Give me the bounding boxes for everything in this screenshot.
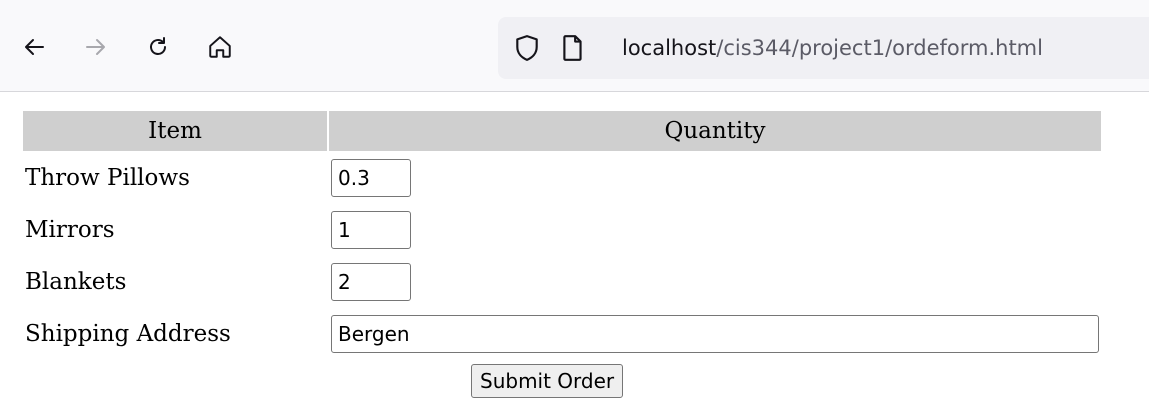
url-path: /cis344/project1/ordeform.html	[716, 36, 1043, 60]
forward-arrow-icon	[86, 39, 105, 55]
address-cell	[329, 309, 1101, 359]
shield-icon[interactable]	[514, 34, 540, 62]
home-button[interactable]	[200, 27, 240, 67]
item-label: Throw Pillows	[25, 165, 190, 191]
header-row: Item Quantity	[23, 111, 1101, 151]
reload-icon	[150, 37, 166, 55]
shipping-address-label: Shipping Address	[25, 321, 231, 347]
table-row: Shipping Address	[23, 309, 1101, 359]
back-button[interactable]	[14, 27, 54, 67]
quantity-cell	[329, 153, 1101, 203]
quantity-cell	[329, 205, 1101, 255]
item-label: Blankets	[25, 269, 127, 295]
item-label: Mirrors	[25, 217, 115, 243]
browser-toolbar: localhost/cis344/project1/ordeform.html	[0, 0, 1149, 92]
back-arrow-icon	[25, 39, 44, 55]
address-bar[interactable]: localhost/cis344/project1/ordeform.html	[498, 17, 1149, 79]
reload-button[interactable]	[138, 27, 178, 67]
shipping-address-input[interactable]	[331, 315, 1099, 353]
home-icon	[209, 36, 231, 58]
forward-button[interactable]	[76, 27, 116, 67]
submit-order-button[interactable]: Submit Order	[471, 364, 624, 398]
header-quantity: Quantity	[329, 111, 1101, 151]
blankets-quantity-input[interactable]	[331, 263, 411, 301]
page-icon[interactable]	[562, 34, 584, 62]
table-row: Mirrors	[23, 205, 1101, 255]
url-text[interactable]: localhost/cis344/project1/ordeform.html	[622, 34, 1043, 62]
submit-row: Submit Order	[471, 364, 624, 398]
mirrors-quantity-input[interactable]	[331, 211, 411, 249]
header-item: Item	[23, 111, 327, 151]
order-table: Item Quantity Throw Pillows Mirrors Blan…	[21, 109, 1103, 361]
throw-pillows-quantity-input[interactable]	[331, 159, 411, 197]
quantity-cell	[329, 257, 1101, 307]
order-form: Item Quantity Throw Pillows Mirrors Blan…	[21, 109, 1103, 361]
table-row: Throw Pillows	[23, 153, 1101, 203]
table-row: Blankets	[23, 257, 1101, 307]
url-host: localhost	[622, 36, 717, 60]
